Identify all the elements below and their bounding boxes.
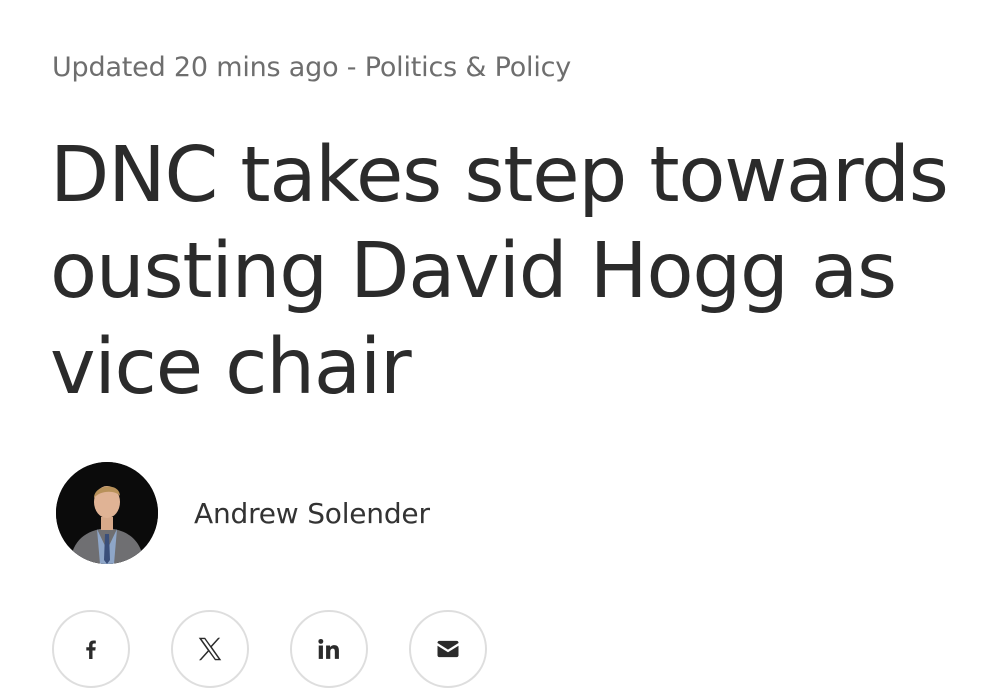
email-share-button[interactable] [409, 610, 487, 688]
meta-separator: - [338, 52, 365, 83]
linkedin-share-button[interactable] [290, 610, 368, 688]
updated-timestamp: Updated 20 mins ago [52, 52, 339, 83]
x-share-button[interactable] [171, 610, 249, 688]
author-name[interactable]: Andrew Solender [194, 497, 430, 530]
section-link[interactable]: Politics & Policy [365, 52, 572, 83]
author-photo [56, 462, 158, 564]
facebook-share-button[interactable] [52, 610, 130, 688]
facebook-icon [86, 640, 96, 659]
article-meta: Updated 20 mins ago - Politics & Policy [52, 52, 571, 83]
byline: Andrew Solender [56, 462, 430, 564]
article-headline: DNC takes step towards ousting David Hog… [50, 131, 949, 412]
email-icon [437, 640, 459, 658]
x-icon [198, 637, 222, 661]
share-buttons [52, 610, 487, 688]
author-avatar[interactable] [56, 462, 158, 564]
linkedin-icon [318, 638, 339, 659]
